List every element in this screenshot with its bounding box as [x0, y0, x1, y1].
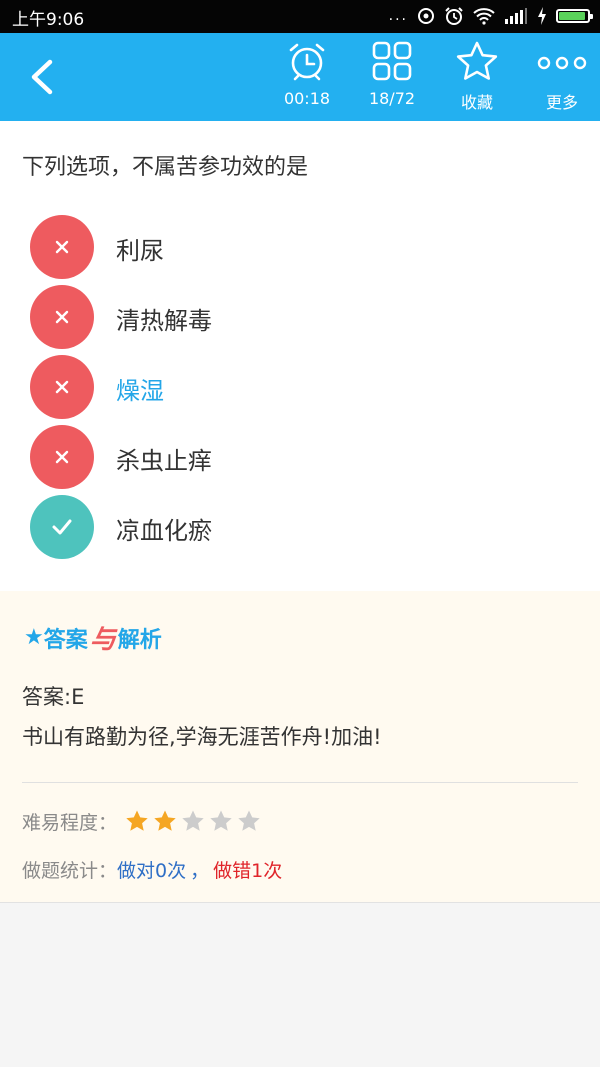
option-a[interactable]: 利尿 [30, 215, 570, 279]
star-empty-icon [210, 810, 232, 831]
option-status-circle [30, 425, 94, 489]
option-status-circle [30, 215, 94, 279]
option-label: 清热解毒 [116, 307, 212, 335]
option-label: 凉血化瘀 [116, 517, 212, 545]
status-bar: 上午9:06 ... [0, 0, 600, 33]
option-label: 杀虫止痒 [116, 447, 212, 475]
notification-dots-icon: ... [388, 8, 408, 24]
grid-icon [372, 41, 412, 81]
divider [22, 782, 578, 783]
question-grid-button[interactable]: 18/72 [357, 41, 427, 117]
top-toolbar: 00:18 18/72 收藏 更多 [0, 33, 600, 121]
more-button[interactable]: 更多 [527, 41, 597, 117]
stats-row: 做题统计： 做对0次 ， 做错1次 [22, 856, 282, 883]
correct-answer: 答案:E [22, 685, 85, 709]
stats-wrong-count: 做错1次 [213, 860, 283, 882]
stats-label: 做题统计： [22, 860, 118, 882]
battery-icon [556, 9, 593, 23]
close-icon [55, 380, 69, 394]
option-label: 燥湿 [116, 377, 164, 405]
option-status-circle [30, 285, 94, 349]
timer-label: 00:18 [283, 89, 331, 108]
title-and-text: 与 [89, 625, 116, 655]
question-panel: 下列选项，不属苦参功效的是 利尿 清热解毒 燥湿 杀虫止痒 凉血化瘀 [0, 121, 600, 591]
option-b[interactable]: 清热解毒 [30, 285, 570, 349]
star-filled-icon [154, 810, 176, 831]
difficulty-stars [125, 809, 261, 833]
status-time: 上午9:06 [12, 10, 85, 30]
wifi-icon [473, 8, 495, 25]
close-icon [55, 310, 69, 324]
chevron-left-icon [31, 59, 53, 95]
close-icon [55, 240, 69, 254]
sync-icon [418, 8, 434, 24]
charging-icon [538, 7, 546, 25]
star-empty-icon [182, 810, 204, 831]
progress-label: 18/72 [368, 89, 416, 108]
option-e[interactable]: 凉血化瘀 [30, 495, 570, 559]
difficulty-row: 难易程度： [22, 806, 261, 836]
alarm-clock-icon [289, 43, 325, 81]
more-dots-icon [537, 56, 587, 70]
option-status-circle [30, 495, 94, 559]
analysis-message: 书山有路勤为径,学海无涯苦作舟!加油! [22, 725, 382, 749]
option-status-circle [30, 355, 94, 419]
alarm-status-icon [445, 7, 463, 25]
favorite-button[interactable]: 收藏 [442, 41, 512, 117]
more-label: 更多 [545, 93, 578, 112]
star-outline-icon [456, 41, 498, 80]
title-analysis-text: 解析 [117, 627, 162, 653]
star-filled-icon [126, 810, 148, 831]
star-empty-icon [238, 810, 260, 831]
option-c[interactable]: 燥湿 [30, 355, 570, 419]
favorite-label: 收藏 [460, 93, 493, 112]
answer-analysis-panel: ★ 答案 与 解析 答案:E 书山有路勤为径,学海无涯苦作舟!加油! 难易程度：… [0, 591, 600, 903]
analysis-title: ★ 答案 与 解析 [24, 619, 162, 656]
difficulty-label: 难易程度： [22, 811, 118, 834]
stats-correct-count: 做对0次 [117, 860, 187, 882]
back-button[interactable] [22, 55, 66, 99]
stats-separator: ， [190, 860, 210, 882]
question-text: 下列选项，不属苦参功效的是 [22, 155, 309, 180]
title-star-icon: ★ [24, 625, 44, 650]
option-d[interactable]: 杀虫止痒 [30, 425, 570, 489]
close-icon [55, 450, 69, 464]
signal-icon [505, 8, 527, 24]
option-label: 利尿 [116, 237, 164, 265]
title-answer-text: 答案 [43, 627, 88, 653]
status-icons: ... [388, 5, 593, 27]
battery-fill [559, 12, 585, 20]
checkmark-icon [52, 519, 72, 535]
timer-button[interactable]: 00:18 [272, 41, 342, 117]
